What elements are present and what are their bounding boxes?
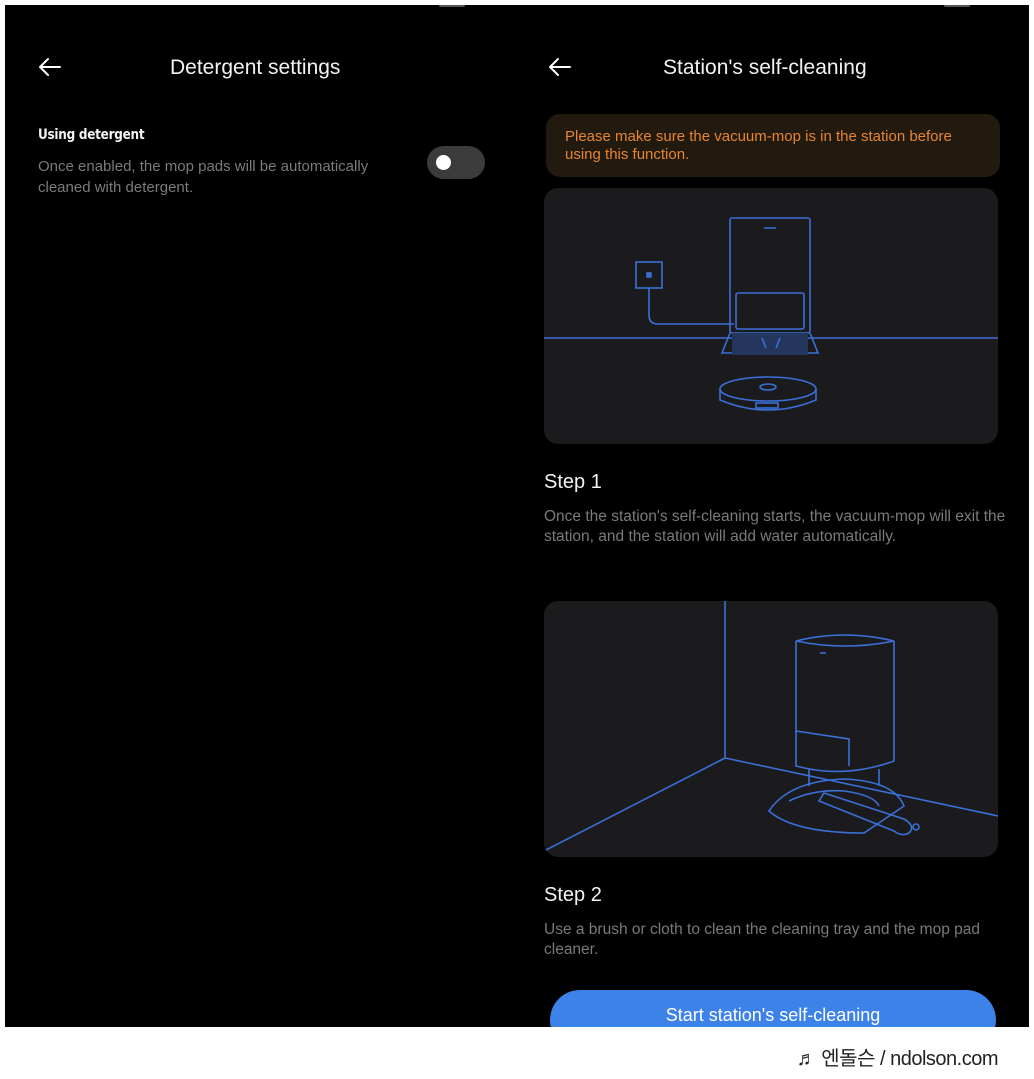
setting-label: Using detergent [38, 127, 145, 143]
back-arrow-icon [549, 58, 571, 76]
setting-description: Once enabled, the mop pads will be autom… [38, 158, 369, 196]
toggle-knob [436, 155, 451, 170]
watermark: ♬ 엔돌슨 / ndolson.com [796, 1048, 999, 1070]
station-illustration-step2 [544, 601, 998, 857]
status-indicator [439, 5, 465, 7]
detergent-toggle[interactable] [427, 146, 485, 179]
status-indicator [944, 5, 970, 7]
step-title: Step 1 [544, 471, 602, 493]
station-illustration-step1 [544, 188, 998, 444]
page-title: Detergent settings [170, 56, 341, 79]
start-self-cleaning-button[interactable]: Start station's self-cleaning [550, 990, 996, 1027]
detergent-settings-screen: Detergent settings Using detergent Once … [5, 5, 516, 1027]
step-description: Once the station's self-cleaning starts,… [544, 508, 1006, 545]
step-description: Use a brush or cloth to clean the cleani… [544, 921, 980, 958]
page-title: Station's self-cleaning [663, 56, 867, 79]
back-arrow-icon [39, 58, 61, 76]
step-title: Step 2 [544, 884, 602, 906]
station-robot-icon [544, 217, 998, 411]
warning-banner: Please make sure the vacuum-mop is in th… [546, 114, 1000, 177]
back-button[interactable] [540, 47, 580, 87]
station-cleaning-icon [544, 601, 998, 852]
self-cleaning-screen: Station's self-cleaning Please make sure… [516, 5, 1029, 1027]
back-button[interactable] [30, 47, 70, 87]
